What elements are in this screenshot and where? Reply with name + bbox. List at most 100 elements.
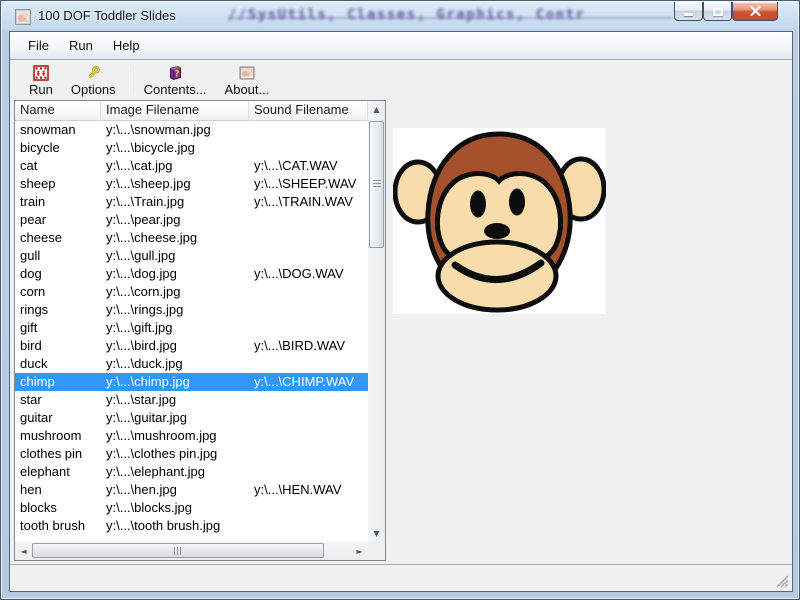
- table-row[interactable]: birdy:\...\bird.jpgy:\...\BIRD.WAV: [15, 337, 368, 355]
- cell-sound: y:\...\SHEEP.WAV: [249, 175, 368, 193]
- column-header-name[interactable]: Name: [15, 101, 101, 121]
- cell-sound: [249, 229, 368, 247]
- title-bar[interactable]: //SysUtils, Classes, Graphics, Contr 100…: [2, 2, 798, 31]
- table-row[interactable]: clothes piny:\...\clothes pin.jpg: [15, 445, 368, 463]
- cell-name: bicycle: [15, 139, 101, 157]
- minimize-button[interactable]: [674, 2, 703, 21]
- cell-sound: y:\...\BIRD.WAV: [249, 337, 368, 355]
- scroll-up-button[interactable]: ▲: [368, 101, 385, 118]
- cell-image: y:\...\clothes pin.jpg: [101, 445, 249, 463]
- table-row[interactable]: elephanty:\...\elephant.jpg: [15, 463, 368, 481]
- scroll-up-icon: ▲: [373, 105, 379, 114]
- menu-help[interactable]: Help: [103, 35, 150, 57]
- table-row[interactable]: heny:\...\hen.jpgy:\...\HEN.WAV: [15, 481, 368, 499]
- cell-image: y:\...\mushroom.jpg: [101, 427, 249, 445]
- column-header-sound[interactable]: Sound Filename: [249, 101, 368, 121]
- table-row[interactable]: dogy:\...\dog.jpgy:\...\DOG.WAV: [15, 265, 368, 283]
- run-button-label: Run: [29, 82, 53, 97]
- cell-name: sheep: [15, 175, 101, 193]
- cell-sound: [249, 301, 368, 319]
- table-row[interactable]: tooth brushy:\...\tooth brush.jpg: [15, 517, 368, 535]
- table-row[interactable]: caty:\...\cat.jpgy:\...\CAT.WAV: [15, 157, 368, 175]
- menu-bar: File Run Help: [10, 32, 792, 60]
- table-row[interactable]: bicycley:\...\bicycle.jpg: [15, 139, 368, 157]
- cell-sound: [249, 283, 368, 301]
- cell-sound: [249, 139, 368, 157]
- run-button[interactable]: Run: [20, 64, 62, 98]
- table-row[interactable]: chimpy:\...\chimp.jpgy:\...\CHIMP.WAV: [15, 373, 368, 391]
- vertical-scrollbar[interactable]: ▲ ▼: [368, 101, 385, 542]
- picture-icon: [239, 65, 255, 81]
- app-window: //SysUtils, Classes, Graphics, Contr 100…: [0, 0, 800, 600]
- cell-name: cat: [15, 157, 101, 175]
- cell-image: y:\...\blocks.jpg: [101, 499, 249, 517]
- cell-sound: [249, 499, 368, 517]
- resize-grip-icon[interactable]: [774, 573, 789, 588]
- cell-name: star: [15, 391, 101, 409]
- table-row[interactable]: peary:\...\pear.jpg: [15, 211, 368, 229]
- window-controls: [674, 2, 778, 21]
- horizontal-scroll-thumb[interactable]: [32, 543, 324, 558]
- list-rows: snowmany:\...\snowman.jpgbicycley:\...\b…: [15, 121, 368, 542]
- scroll-thumb-grip: [373, 180, 381, 189]
- table-row[interactable]: trainy:\...\Train.jpgy:\...\TRAIN.WAV: [15, 193, 368, 211]
- scroll-left-button[interactable]: ◄: [15, 542, 32, 560]
- cell-name: pear: [15, 211, 101, 229]
- maximize-button[interactable]: [703, 2, 732, 21]
- column-header-image[interactable]: Image Filename: [101, 101, 249, 121]
- table-row[interactable]: sheepy:\...\sheep.jpgy:\...\SHEEP.WAV: [15, 175, 368, 193]
- table-row[interactable]: ducky:\...\duck.jpg: [15, 355, 368, 373]
- cell-image: y:\...\bird.jpg: [101, 337, 249, 355]
- close-icon: [750, 6, 761, 16]
- background-window-text: //SysUtils, Classes, Graphics, Contr: [228, 7, 674, 23]
- cell-sound: [249, 247, 368, 265]
- cell-sound: [249, 355, 368, 373]
- menu-file[interactable]: File: [18, 35, 59, 57]
- scroll-right-button[interactable]: ►: [351, 542, 368, 560]
- table-row[interactable]: mushroomy:\...\mushroom.jpg: [15, 427, 368, 445]
- cell-image: y:\...\cat.jpg: [101, 157, 249, 175]
- table-row[interactable]: stary:\...\star.jpg: [15, 391, 368, 409]
- scroll-down-button[interactable]: ▼: [368, 525, 385, 542]
- cell-name: bird: [15, 337, 101, 355]
- cell-image: y:\...\elephant.jpg: [101, 463, 249, 481]
- vertical-scroll-thumb[interactable]: [369, 121, 384, 248]
- cell-sound: y:\...\CAT.WAV: [249, 157, 368, 175]
- table-row[interactable]: snowmany:\...\snowman.jpg: [15, 121, 368, 139]
- cell-image: y:\...\gull.jpg: [101, 247, 249, 265]
- chimp-preview-image: [393, 128, 606, 314]
- cell-name: guitar: [15, 409, 101, 427]
- cell-image: y:\...\bicycle.jpg: [101, 139, 249, 157]
- minimize-icon: [684, 13, 693, 16]
- menu-run[interactable]: Run: [59, 35, 103, 57]
- cell-name: clothes pin: [15, 445, 101, 463]
- cell-image: y:\...\rings.jpg: [101, 301, 249, 319]
- table-row[interactable]: ringsy:\...\rings.jpg: [15, 301, 368, 319]
- cell-image: y:\...\hen.jpg: [101, 481, 249, 499]
- key-icon: [85, 65, 101, 81]
- cell-image: y:\...\sheep.jpg: [101, 175, 249, 193]
- cell-image: y:\...\cheese.jpg: [101, 229, 249, 247]
- table-row[interactable]: gifty:\...\gift.jpg: [15, 319, 368, 337]
- horizontal-scrollbar[interactable]: ◄ ►: [15, 542, 368, 560]
- about-button[interactable]: About...: [216, 64, 279, 98]
- cell-image: y:\...\corn.jpg: [101, 283, 249, 301]
- cell-name: snowman: [15, 121, 101, 139]
- options-button[interactable]: Options: [62, 64, 125, 98]
- close-button[interactable]: [732, 2, 778, 21]
- cell-image: y:\...\snowman.jpg: [101, 121, 249, 139]
- table-row[interactable]: guitary:\...\guitar.jpg: [15, 409, 368, 427]
- cell-sound: [249, 121, 368, 139]
- cell-sound: y:\...\TRAIN.WAV: [249, 193, 368, 211]
- table-row[interactable]: gully:\...\gull.jpg: [15, 247, 368, 265]
- help-book-icon: ?: [167, 65, 183, 81]
- contents-button[interactable]: ? Contents...: [135, 64, 216, 98]
- table-row[interactable]: corny:\...\corn.jpg: [15, 283, 368, 301]
- cell-name: gift: [15, 319, 101, 337]
- cell-image: y:\...\pear.jpg: [101, 211, 249, 229]
- table-row[interactable]: blocksy:\...\blocks.jpg: [15, 499, 368, 517]
- table-row[interactable]: cheesey:\...\cheese.jpg: [15, 229, 368, 247]
- cell-image: y:\...\chimp.jpg: [101, 373, 249, 391]
- cell-name: corn: [15, 283, 101, 301]
- cell-image: y:\...\Train.jpg: [101, 193, 249, 211]
